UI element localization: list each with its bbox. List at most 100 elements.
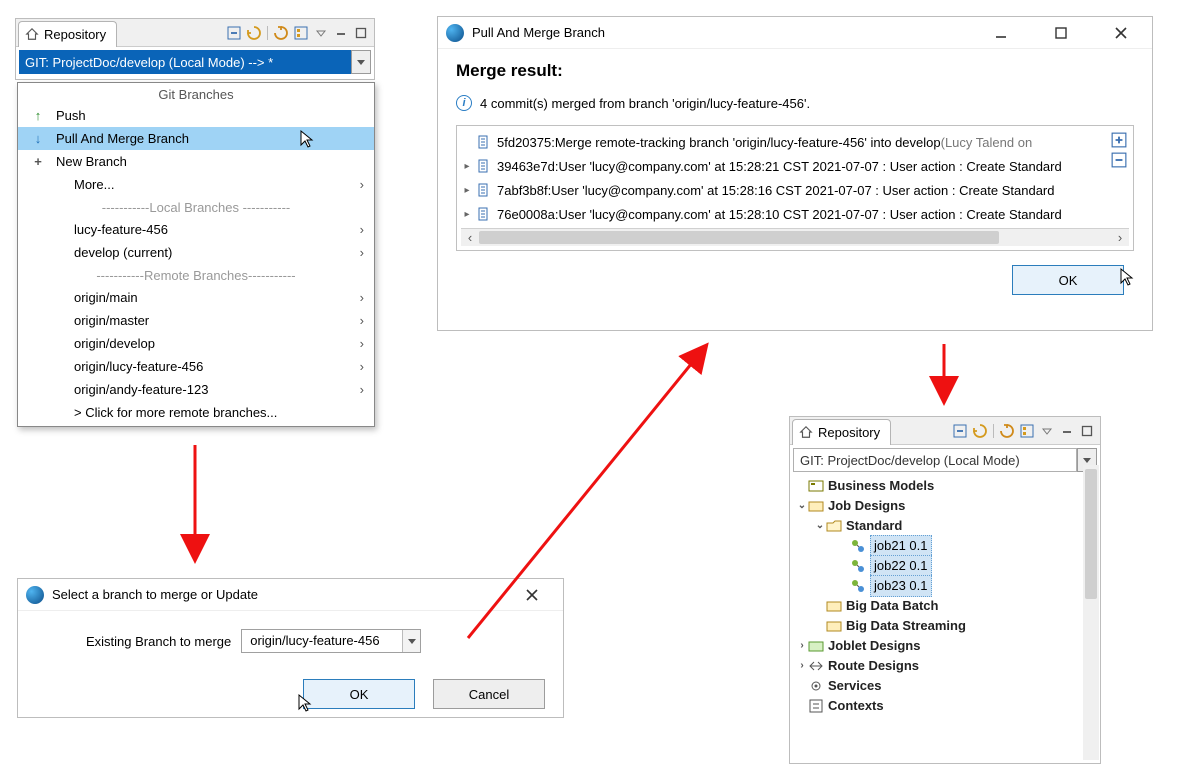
menu-more[interactable]: More... ›	[18, 173, 374, 196]
menu-local-branch[interactable]: lucy-feature-456 ›	[18, 218, 374, 241]
collapse-all-icon[interactable]	[1111, 152, 1127, 168]
menu-label: > Click for more remote branches...	[74, 405, 277, 420]
separator-remote: -----------Remote Branches-----------	[18, 264, 374, 286]
minimize-icon[interactable]	[986, 21, 1016, 45]
tree-node-route-designs[interactable]: › Route Designs	[796, 656, 1096, 676]
scrollbar-thumb[interactable]	[479, 231, 999, 244]
menu-remote-branch[interactable]: origin/develop ›	[18, 332, 374, 355]
document-icon	[477, 207, 491, 221]
tree-node-job[interactable]: job23 0.1	[850, 576, 1096, 596]
minimize-icon[interactable]	[332, 24, 350, 42]
sync-yellow-icon[interactable]	[971, 422, 989, 440]
expand-icon[interactable]: ▸	[461, 185, 473, 196]
tree-node-job-designs[interactable]: ⌄ Job Designs	[796, 496, 1096, 516]
tree-node-services[interactable]: Services	[796, 676, 1096, 696]
dialog-titlebar: Select a branch to merge or Update	[18, 579, 563, 611]
expand-icon[interactable]: ›	[796, 636, 808, 656]
job-icon	[850, 538, 866, 554]
horizontal-scrollbar[interactable]: ‹ ›	[461, 228, 1129, 246]
branch-selector: GIT: ProjectDoc/develop (Local Mode) -->…	[19, 50, 371, 74]
tree-label: Business Models	[828, 476, 934, 496]
panel-toolbar	[225, 24, 374, 42]
menu-label: Push	[56, 108, 86, 123]
close-icon[interactable]	[1106, 21, 1136, 45]
menu-remote-branch[interactable]: origin/master ›	[18, 309, 374, 332]
tree-node-big-data-batch[interactable]: Big Data Batch	[814, 596, 1096, 616]
maximize-icon[interactable]	[1046, 21, 1076, 45]
document-icon	[477, 159, 491, 173]
menu-label: develop (current)	[74, 245, 172, 260]
minimize-icon[interactable]	[1058, 422, 1076, 440]
menu-label: origin/master	[74, 313, 149, 328]
job-icon	[850, 578, 866, 594]
tree-node-job[interactable]: job22 0.1	[850, 556, 1096, 576]
tab-repository[interactable]: Repository	[18, 21, 117, 47]
refresh-icon[interactable]	[998, 422, 1016, 440]
expand-icon[interactable]: ▸	[461, 161, 473, 172]
scroll-left-icon[interactable]: ‹	[461, 229, 479, 246]
commit-row[interactable]: 5fd20375: Merge remote-tracking branch '…	[461, 130, 1129, 154]
commit-list: 5fd20375: Merge remote-tracking branch '…	[456, 125, 1134, 251]
tree-node-big-data-streaming[interactable]: Big Data Streaming	[814, 616, 1096, 636]
maximize-icon[interactable]	[352, 24, 370, 42]
properties-icon[interactable]	[1018, 422, 1036, 440]
chevron-down-icon[interactable]	[402, 630, 420, 652]
tree-node-joblet-designs[interactable]: › Joblet Designs	[796, 636, 1096, 656]
menu-more-remote-branches[interactable]: > Click for more remote branches...	[18, 401, 374, 424]
sync-yellow-icon[interactable]	[245, 24, 263, 42]
home-icon	[799, 425, 813, 439]
chevron-right-icon: ›	[360, 336, 364, 351]
menu-pull-and-merge[interactable]: ↓ Pull And Merge Branch	[18, 127, 374, 150]
expand-icon[interactable]: ⌄	[814, 516, 826, 536]
collapse-all-icon[interactable]	[225, 24, 243, 42]
tree-node-job[interactable]: job21 0.1	[850, 536, 1096, 556]
menu-local-branch[interactable]: develop (current) ›	[18, 241, 374, 264]
branch-selector-dropdown-button[interactable]	[351, 50, 371, 74]
dialog-titlebar: Pull And Merge Branch	[438, 17, 1152, 49]
menu-remote-branch[interactable]: origin/lucy-feature-456 ›	[18, 355, 374, 378]
repository-tree: Business Models ⌄ Job Designs ⌄ Standard…	[790, 472, 1100, 720]
cancel-button[interactable]: Cancel	[433, 679, 545, 709]
tree-label: Job Designs	[828, 496, 905, 516]
maximize-icon[interactable]	[1078, 422, 1096, 440]
existing-branch-combo[interactable]: origin/lucy-feature-456	[241, 629, 421, 653]
folder-icon	[808, 638, 824, 654]
expand-icon[interactable]: ›	[796, 656, 808, 676]
refresh-icon[interactable]	[272, 24, 290, 42]
menu-push[interactable]: ↑ Push	[18, 104, 374, 127]
close-icon[interactable]	[517, 583, 547, 607]
tree-node-standard[interactable]: ⌄ Standard	[814, 516, 1096, 536]
commit-hash: 39463e7d:	[497, 159, 558, 174]
commit-hash: 5fd20375:	[497, 135, 555, 150]
folder-icon	[808, 498, 824, 514]
tab-repository[interactable]: Repository	[792, 419, 891, 445]
view-menu-icon[interactable]	[1038, 422, 1056, 440]
merge-heading: Merge result:	[456, 61, 1134, 81]
expand-all-icon[interactable]	[1111, 132, 1127, 148]
menu-label: lucy-feature-456	[74, 222, 168, 237]
commit-row[interactable]: ▸76e0008a: User 'lucy@company.com' at 15…	[461, 202, 1129, 226]
scroll-right-icon[interactable]: ›	[1111, 229, 1129, 246]
tree-node-business-models[interactable]: Business Models	[796, 476, 1096, 496]
vertical-scrollbar[interactable]	[1083, 465, 1099, 760]
folder-icon	[826, 598, 842, 614]
collapse-all-icon[interactable]	[951, 422, 969, 440]
ok-button[interactable]: OK	[1012, 265, 1124, 295]
properties-icon[interactable]	[292, 24, 310, 42]
view-menu-icon[interactable]	[312, 24, 330, 42]
menu-remote-branch[interactable]: origin/main ›	[18, 286, 374, 309]
ok-button[interactable]: OK	[303, 679, 415, 709]
tree-node-contexts[interactable]: Contexts	[796, 696, 1096, 716]
expand-icon[interactable]: ▸	[461, 209, 473, 220]
menu-new-branch[interactable]: + New Branch	[18, 150, 374, 173]
expand-icon[interactable]: ⌄	[796, 496, 808, 516]
commit-row[interactable]: ▸7abf3b8f: User 'lucy@company.com' at 15…	[461, 178, 1129, 202]
chevron-right-icon: ›	[360, 382, 364, 397]
commit-row[interactable]: ▸39463e7d: User 'lucy@company.com' at 15…	[461, 154, 1129, 178]
menu-remote-branch[interactable]: origin/andy-feature-123 ›	[18, 378, 374, 401]
scrollbar-thumb[interactable]	[1085, 469, 1097, 599]
document-icon	[477, 183, 491, 197]
tree-label: job21 0.1	[870, 535, 932, 557]
panel-tab-bar: Repository	[790, 417, 1100, 445]
repository-result-panel: Repository GIT: ProjectDoc/develop (Loca…	[789, 416, 1101, 764]
